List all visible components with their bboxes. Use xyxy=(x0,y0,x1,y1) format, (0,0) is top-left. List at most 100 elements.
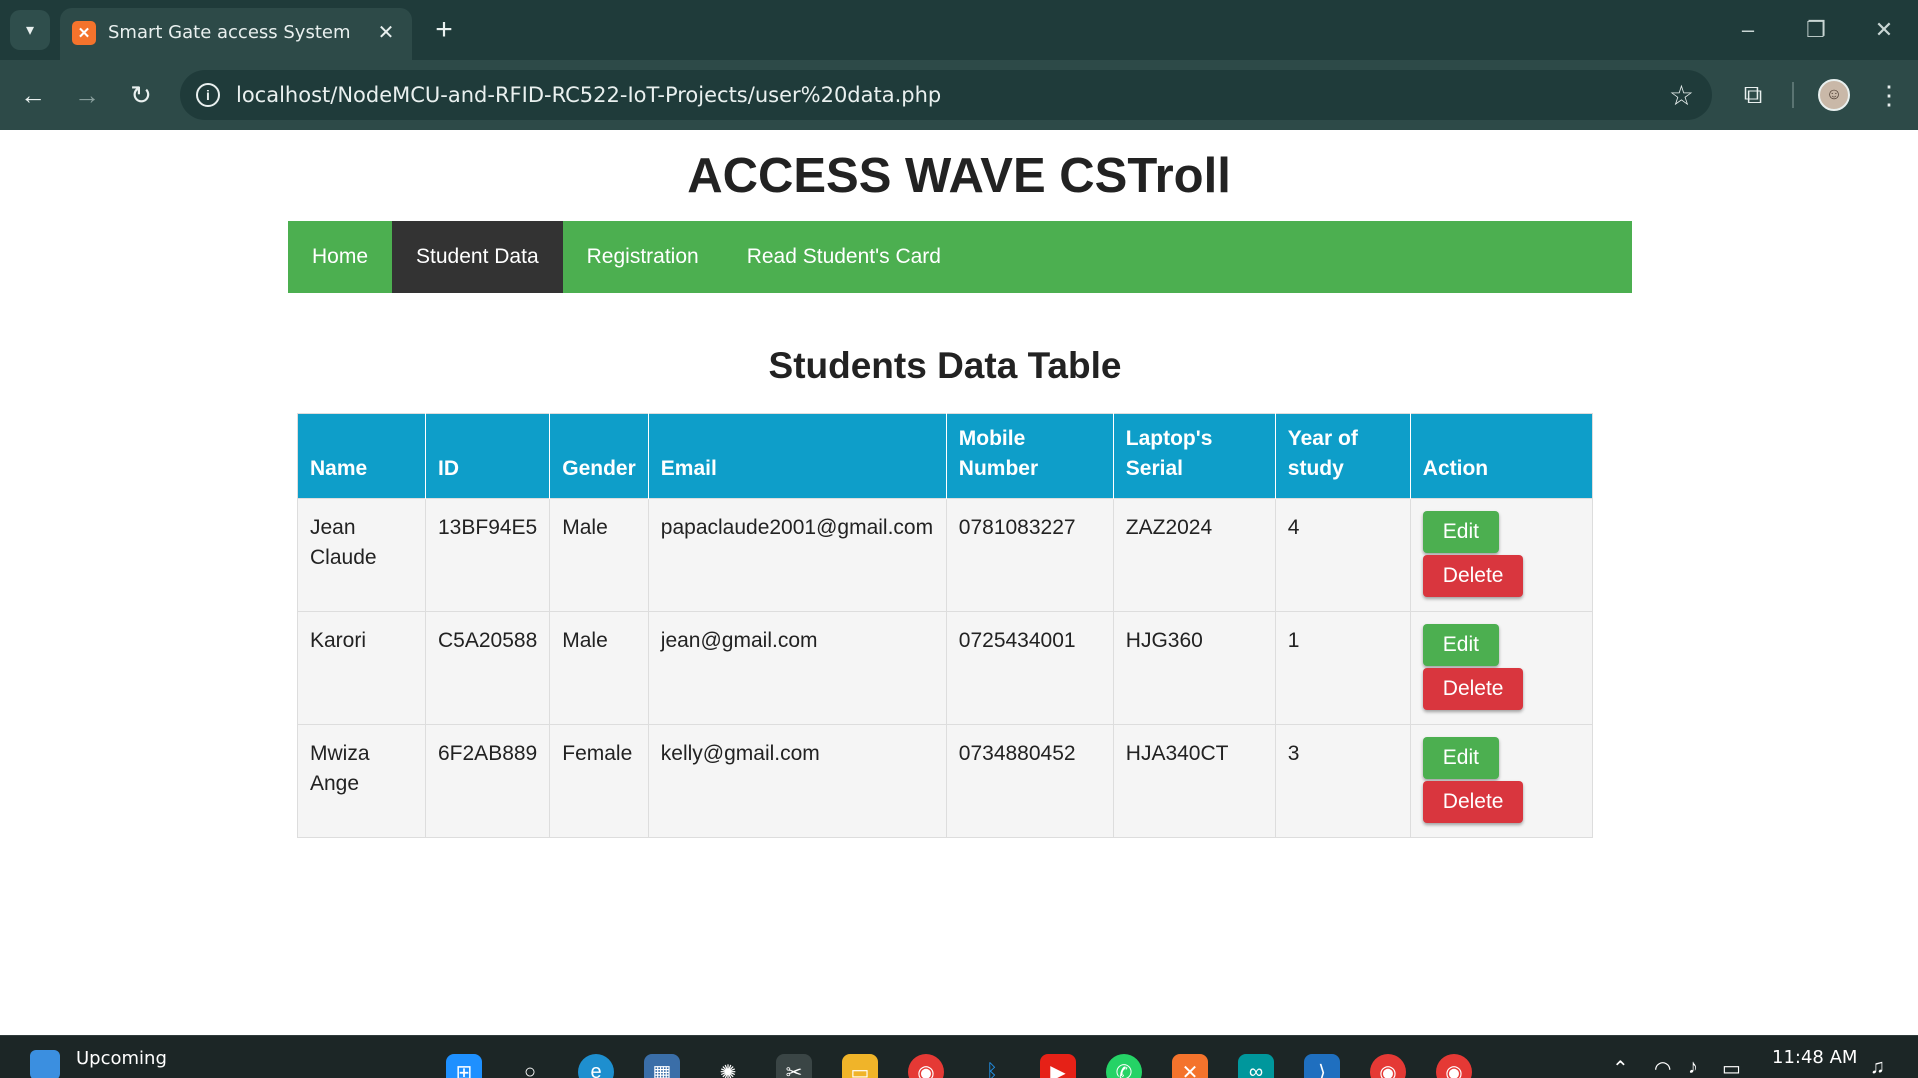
puzzle-icon[interactable]: ⧉ xyxy=(1732,74,1774,116)
cell-name: Jean Claude xyxy=(297,498,426,612)
window-close-icon[interactable]: ✕ xyxy=(1856,8,1912,52)
web-page: ACCESS WAVE CSTroll Home Student Data Re… xyxy=(0,130,1918,1035)
wifi-icon[interactable]: ◠ xyxy=(1654,1056,1671,1078)
back-arrow-icon[interactable]: ← xyxy=(12,74,54,116)
whatsapp-icon[interactable]: ✆ xyxy=(1106,1054,1142,1078)
weather-icon[interactable] xyxy=(30,1050,60,1078)
cell-mobile: 0725434001 xyxy=(945,611,1114,725)
avatar-icon[interactable]: ☺ xyxy=(1818,79,1850,111)
youtube-icon[interactable]: ▶ xyxy=(1040,1054,1076,1078)
header-email: Email xyxy=(647,413,947,499)
browser-tab[interactable]: ✕ Smart Gate access System ✕ xyxy=(60,8,412,60)
store-icon[interactable]: ▦ xyxy=(644,1054,680,1078)
cell-gender: Male xyxy=(549,611,649,725)
battery-icon[interactable]: ▭ xyxy=(1722,1056,1741,1078)
header-name: Name xyxy=(297,413,426,499)
cell-email: jean@gmail.com xyxy=(647,611,947,725)
cell-id: 6F2AB889 xyxy=(424,724,550,838)
reload-icon[interactable]: ↻ xyxy=(120,74,162,116)
vscode-icon[interactable]: ⟩ xyxy=(1304,1054,1340,1078)
clock-time[interactable]: 11:48 AM xyxy=(1772,1047,1857,1069)
cell-id: C5A20588 xyxy=(424,611,550,725)
cell-laptop: ZAZ2024 xyxy=(1112,498,1276,612)
students-table: Name ID Gender Email Mobile Number Laptop… xyxy=(297,413,1593,838)
tab-title: Smart Gate access System xyxy=(108,22,351,43)
address-bar[interactable]: i localhost/NodeMCU-and-RFID-RC522-IoT-P… xyxy=(180,70,1712,120)
header-year-line1: Year of xyxy=(1287,427,1358,450)
nav-student-data[interactable]: Student Data xyxy=(392,221,563,293)
cell-laptop: HJA340CT xyxy=(1112,724,1276,838)
header-laptop: Laptop's Serial xyxy=(1112,413,1276,499)
info-icon[interactable]: i xyxy=(196,83,220,107)
cell-laptop: HJG360 xyxy=(1112,611,1276,725)
cell-year: 3 xyxy=(1274,724,1411,838)
snipping-icon[interactable]: ✂ xyxy=(776,1054,812,1078)
cell-name-line1: Karori xyxy=(310,629,367,652)
cell-id: 13BF94E5 xyxy=(424,498,550,612)
cell-name-line1: Jean xyxy=(310,516,356,539)
nav-read-card[interactable]: Read Student's Card xyxy=(723,221,965,293)
edit-button[interactable]: Edit xyxy=(1422,511,1499,553)
cell-gender: Female xyxy=(549,724,649,838)
chrome-profile-icon[interactable]: ◉ xyxy=(1436,1054,1472,1078)
header-id: ID xyxy=(424,413,550,499)
forward-arrow-icon[interactable]: → xyxy=(66,74,108,116)
cell-year: 4 xyxy=(1274,498,1411,612)
main-navbar: Home Student Data Registration Read Stud… xyxy=(288,221,1632,293)
nav-registration[interactable]: Registration xyxy=(563,221,723,293)
header-mobile-line2: Number xyxy=(958,457,1039,480)
cell-name-line2: Claude xyxy=(310,546,377,569)
edge-icon[interactable]: e xyxy=(578,1054,614,1078)
table-header-row: Name ID Gender Email Mobile Number Laptop… xyxy=(297,413,1593,499)
plus-icon[interactable]: + xyxy=(424,10,464,50)
cell-name-line1: Mwiza xyxy=(310,742,370,765)
delete-button[interactable]: Delete xyxy=(1422,555,1524,597)
cell-action: Edit Delete xyxy=(1409,724,1593,838)
cell-year: 1 xyxy=(1274,611,1411,725)
header-mobile: Mobile Number xyxy=(945,413,1114,499)
table-row: Mwiza Ange 6F2AB889 Female kelly@gmail.co… xyxy=(297,724,1593,838)
nav-home[interactable]: Home xyxy=(288,221,392,293)
cell-gender: Male xyxy=(549,498,649,612)
table-row: Karori C5A20588 Male jean@gmail.com 0725… xyxy=(297,611,1593,725)
chevron-down-icon[interactable]: ▾ xyxy=(10,10,50,50)
cell-name: Karori xyxy=(297,611,426,725)
chrome-icon[interactable]: ◉ xyxy=(908,1054,944,1078)
cell-name: Mwiza Ange xyxy=(297,724,426,838)
delete-button[interactable]: Delete xyxy=(1422,668,1524,710)
header-year: Year of study xyxy=(1274,413,1411,499)
edit-button[interactable]: Edit xyxy=(1422,624,1499,666)
search-icon[interactable]: ○ xyxy=(512,1054,548,1078)
kebab-menu-icon[interactable]: ⋮ xyxy=(1868,74,1910,116)
speaker-icon[interactable]: ♪ xyxy=(1688,1056,1698,1078)
header-mobile-line1: Mobile xyxy=(958,427,1026,450)
cell-action: Edit Delete xyxy=(1409,498,1593,612)
header-action: Action xyxy=(1409,413,1593,499)
app-icon[interactable]: ✺ xyxy=(710,1054,746,1078)
star-icon[interactable]: ☆ xyxy=(1669,79,1694,112)
url-text[interactable]: localhost/NodeMCU-and-RFID-RC522-IoT-Pro… xyxy=(236,83,941,107)
weather-label[interactable]: Upcoming xyxy=(76,1048,167,1069)
close-icon[interactable]: ✕ xyxy=(372,18,400,46)
minimize-icon[interactable]: – xyxy=(1720,8,1776,52)
arduino-icon[interactable]: ∞ xyxy=(1238,1054,1274,1078)
header-gender: Gender xyxy=(549,413,649,499)
windows-start-icon[interactable]: ⊞ xyxy=(446,1054,482,1078)
chevron-up-icon[interactable]: ⌃ xyxy=(1612,1056,1629,1078)
chrome-profile-icon[interactable]: ◉ xyxy=(1370,1054,1406,1078)
file-explorer-icon[interactable]: ▭ xyxy=(842,1054,878,1078)
notification-bell-icon[interactable]: ♫ xyxy=(1870,1056,1885,1078)
delete-button[interactable]: Delete xyxy=(1422,781,1524,823)
cell-mobile: 0734880452 xyxy=(945,724,1114,838)
browser-toolbar: ← → ↻ i localhost/NodeMCU-and-RFID-RC522… xyxy=(0,60,1918,130)
header-year-line2: study xyxy=(1287,457,1344,480)
toolbar-divider xyxy=(1792,82,1794,108)
table-row: Jean Claude 13BF94E5 Male papaclaude2001@… xyxy=(297,498,1593,612)
cell-name-line2: Ange xyxy=(310,772,360,795)
cell-email: kelly@gmail.com xyxy=(647,724,947,838)
edit-button[interactable]: Edit xyxy=(1422,737,1499,779)
bluetooth-icon[interactable]: ᛒ xyxy=(974,1054,1010,1078)
header-laptop-line2: Serial xyxy=(1125,457,1183,480)
xampp-icon[interactable]: ✕ xyxy=(1172,1054,1208,1078)
restore-icon[interactable]: ❐ xyxy=(1788,8,1844,52)
